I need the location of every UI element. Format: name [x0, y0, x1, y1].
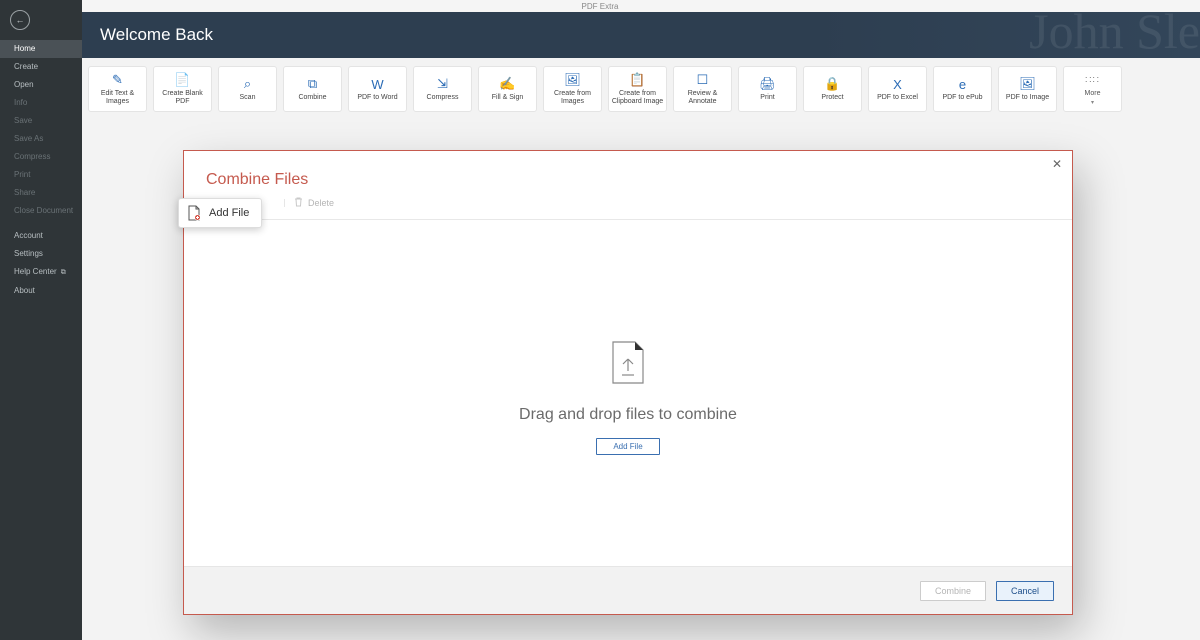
action-create-from-clipboard-image[interactable]: 📋 Create from Clipboard Image: [608, 66, 667, 112]
sidebar-item-home[interactable]: Home: [0, 40, 82, 58]
action-compress[interactable]: ⇲ Compress: [413, 66, 472, 112]
action-label: Create from Images: [546, 90, 599, 106]
action-label: Fill & Sign: [492, 94, 524, 102]
dropzone[interactable]: Drag and drop files to combine Add File: [184, 236, 1072, 559]
close-button[interactable]: ✕: [1052, 157, 1062, 171]
delete-button: Delete: [294, 197, 334, 209]
action-icon: 🖼: [1020, 76, 1036, 92]
action-icon: 📋: [630, 72, 646, 88]
action-icon: ⌕: [240, 76, 256, 92]
add-file-popover[interactable]: Add File: [178, 198, 262, 228]
sidebar-item-print: Print: [0, 166, 82, 184]
action-label: Create from Clipboard Image: [611, 90, 664, 106]
action-pdf-to-epub[interactable]: e PDF to ePub: [933, 66, 992, 112]
action-icon: ✍: [500, 76, 516, 92]
sidebar-item-about[interactable]: About: [0, 282, 82, 300]
action-icon: ☐: [695, 72, 711, 88]
cancel-button[interactable]: Cancel: [996, 581, 1054, 601]
add-file-button[interactable]: Add File: [596, 438, 659, 455]
action-icon: 🖨: [760, 76, 776, 92]
more-label: More: [1085, 90, 1101, 98]
sidebar-item-share: Share: [0, 184, 82, 202]
sidebar-item-info: Info: [0, 94, 82, 112]
action-print[interactable]: 🖨 Print: [738, 66, 797, 112]
action-label: PDF to Excel: [877, 94, 918, 102]
banner-title: Welcome Back: [100, 25, 213, 45]
action-label: Edit Text & Images: [91, 90, 144, 106]
close-icon: ✕: [1052, 157, 1062, 171]
trash-icon: [294, 197, 303, 209]
external-icon: ⧉: [61, 269, 66, 276]
action-icon: 📄: [175, 72, 191, 88]
upload-page-icon: [610, 341, 646, 390]
chevron-down-icon: ▾: [1091, 99, 1094, 106]
action-icon: ✎: [110, 72, 126, 88]
action-label: PDF to Image: [1006, 94, 1049, 102]
action-pdf-to-excel[interactable]: X PDF to Excel: [868, 66, 927, 112]
modal-footer: Combine Cancel: [184, 566, 1072, 614]
action-pdf-to-word[interactable]: W PDF to Word: [348, 66, 407, 112]
sidebar: ← HomeCreateOpenInfoSaveSave AsCompressP…: [0, 0, 82, 640]
sidebar-item-close-document: Close Document: [0, 202, 82, 220]
action-icon: 🔒: [825, 76, 841, 92]
action-icon: e: [955, 76, 971, 92]
combine-files-modal: ✕ Combine Files Delete Drag and dro: [183, 150, 1073, 615]
action-label: Review & Annotate: [676, 90, 729, 106]
more-dots-icon: ∷∷: [1085, 72, 1101, 88]
sidebar-item-account[interactable]: Account: [0, 227, 82, 245]
action-scan[interactable]: ⌕ Scan: [218, 66, 277, 112]
sidebar-item-save-as: Save As: [0, 130, 82, 148]
modal-title: Combine Files: [184, 151, 1072, 197]
signature-decoration-icon: John Sle: [1029, 12, 1200, 58]
back-button[interactable]: ←: [10, 10, 30, 30]
action-icon: ⧉: [305, 76, 321, 92]
action-create-from-images[interactable]: 🖼 Create from Images: [543, 66, 602, 112]
action-protect[interactable]: 🔒 Protect: [803, 66, 862, 112]
action-pdf-to-image[interactable]: 🖼 PDF to Image: [998, 66, 1057, 112]
action-icon: 🖼: [565, 72, 581, 88]
action-label: Create Blank PDF: [156, 90, 209, 106]
action-label: Compress: [427, 94, 459, 102]
delete-label: Delete: [308, 198, 334, 208]
add-file-icon: [187, 205, 201, 221]
action-more[interactable]: ∷∷ More▾: [1063, 66, 1122, 112]
sidebar-item-settings[interactable]: Settings: [0, 245, 82, 263]
action-row: ✎ Edit Text & Images 📄 Create Blank PDF ⌕ Sca…: [82, 58, 1200, 120]
action-combine[interactable]: ⧉ Combine: [283, 66, 342, 112]
add-file-label: Add File: [209, 207, 249, 219]
action-label: PDF to ePub: [942, 94, 982, 102]
action-icon: ⇲: [435, 76, 451, 92]
combine-button: Combine: [920, 581, 986, 601]
drop-message: Drag and drop files to combine: [519, 406, 737, 424]
action-fill-sign[interactable]: ✍ Fill & Sign: [478, 66, 537, 112]
action-label: Print: [760, 94, 774, 102]
sidebar-item-help-center[interactable]: Help Center⧉: [0, 263, 82, 282]
sidebar-item-create[interactable]: Create: [0, 58, 82, 76]
action-label: Scan: [240, 94, 256, 102]
modal-toolbar: Delete: [184, 197, 1072, 220]
sidebar-item-save: Save: [0, 112, 82, 130]
sidebar-item-compress: Compress: [0, 148, 82, 166]
back-arrow-icon: ←: [16, 15, 25, 25]
action-review-annotate[interactable]: ☐ Review & Annotate: [673, 66, 732, 112]
action-icon: X: [890, 76, 906, 92]
action-create-blank-pdf[interactable]: 📄 Create Blank PDF: [153, 66, 212, 112]
sidebar-item-open[interactable]: Open: [0, 76, 82, 94]
welcome-banner: Welcome Back John Sle: [82, 12, 1200, 58]
action-label: Combine: [298, 94, 326, 102]
action-edit-text-images[interactable]: ✎ Edit Text & Images: [88, 66, 147, 112]
action-icon: W: [370, 76, 386, 92]
toolbar-divider: [284, 199, 285, 207]
action-label: PDF to Word: [357, 94, 397, 102]
action-label: Protect: [821, 94, 843, 102]
